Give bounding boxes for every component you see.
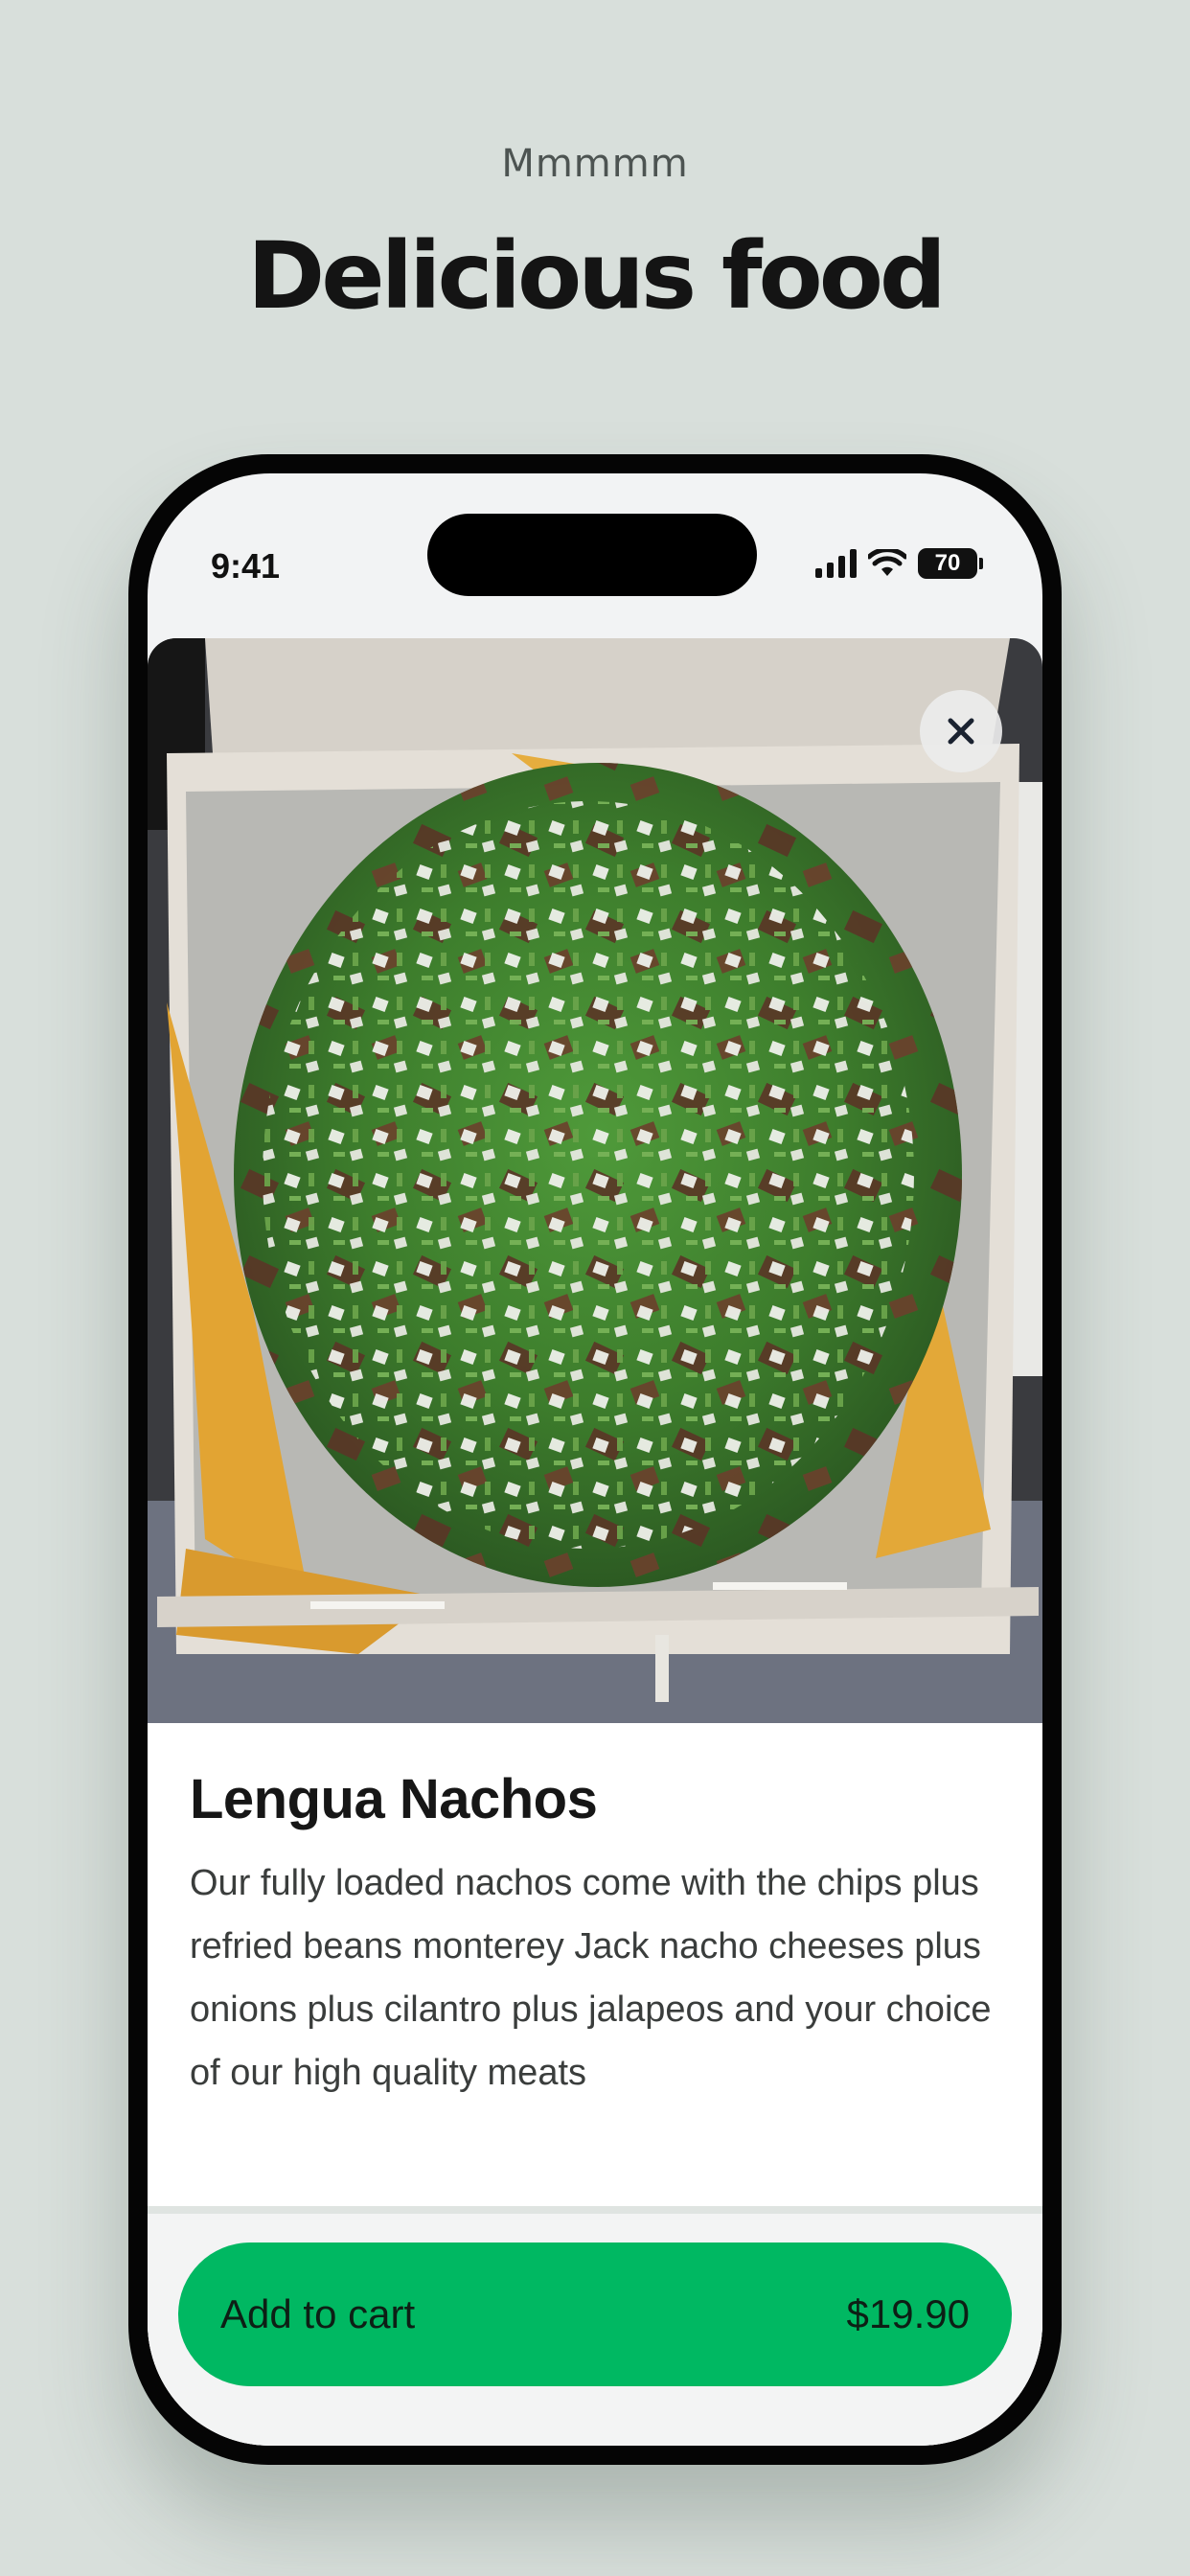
bottom-bar: Add to cart $19.90 (148, 2214, 1042, 2446)
close-button[interactable] (920, 690, 1002, 772)
cellular-signal-icon (815, 549, 857, 578)
wifi-icon (868, 549, 906, 576)
kicker-text: Mmmmm (501, 142, 689, 186)
item-price: $19.90 (846, 2291, 970, 2336)
battery-icon: 70 (918, 548, 983, 579)
close-icon (948, 718, 974, 745)
item-description: Our fully loaded nachos come with the ch… (190, 1863, 992, 2093)
item-detail-card: Lengua Nachos Our fully loaded nachos co… (148, 638, 1042, 2446)
add-to-cart-label: Add to cart (220, 2291, 416, 2336)
phone-frame: 9:41 70 Lengua Nachos Our fully loaded n… (128, 454, 1062, 2465)
phone-screen: 9:41 70 Lengua Nachos Our fully loaded n… (148, 473, 1042, 2446)
food-photo (148, 638, 1042, 1723)
page-headline: Delicious food (247, 222, 947, 330)
add-to-cart-button[interactable]: Add to cart $19.90 (178, 2242, 1012, 2386)
status-icons: 70 (815, 548, 983, 579)
status-time: 9:41 (211, 546, 281, 586)
divider (148, 2206, 1042, 2214)
item-title: Lengua Nachos (190, 1768, 598, 1830)
dynamic-island (427, 514, 757, 596)
